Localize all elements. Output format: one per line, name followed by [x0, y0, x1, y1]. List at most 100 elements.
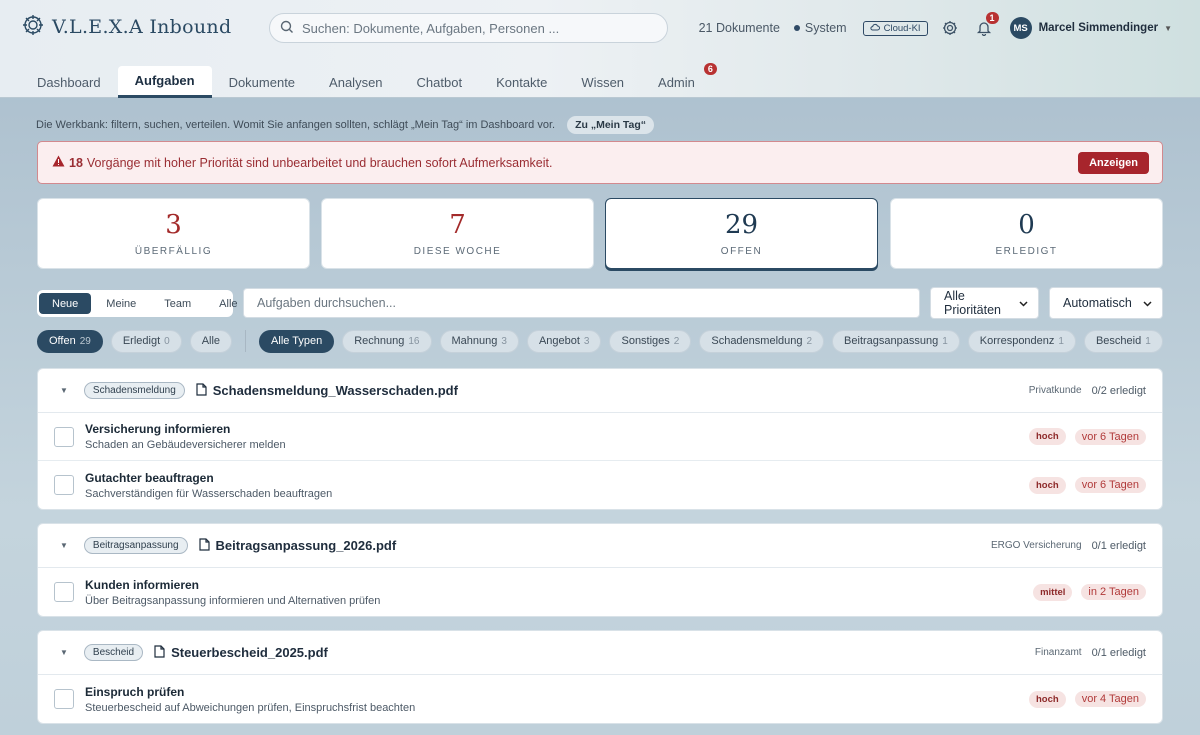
- group-header[interactable]: ▼ Schadensmeldung Schadensmeldung_Wasser…: [38, 369, 1162, 413]
- search-icon: [280, 20, 294, 37]
- group-party: Finanzamt: [1034, 647, 1082, 658]
- task-search-input[interactable]: Aufgaben durchsuchen...: [243, 288, 920, 318]
- task-group: ▼ Bescheid Steuerbescheid_2025.pdf Finan…: [37, 630, 1163, 724]
- tab-aufgaben[interactable]: Aufgaben: [117, 66, 212, 98]
- pill-label: Rechnung: [354, 335, 405, 347]
- task-row[interactable]: Einspruch prüfen Steuerbescheid auf Abwe…: [38, 675, 1162, 723]
- pill-label: Korrespondenz: [979, 335, 1055, 347]
- pill-count: 2: [806, 335, 813, 347]
- task-checkbox[interactable]: [54, 582, 74, 602]
- tab-analysen[interactable]: Analysen: [312, 66, 399, 98]
- pill-status-done[interactable]: Erledigt 0: [110, 329, 182, 353]
- pill-status-all[interactable]: Alle: [189, 329, 233, 353]
- pill-type-offer[interactable]: Angebot 3: [526, 329, 602, 353]
- task-title: Einspruch prüfen: [85, 684, 185, 699]
- priority-badge: hoch: [1029, 690, 1066, 708]
- due-badge: in 2 Tagen: [1081, 584, 1146, 600]
- stat-value: 3: [165, 210, 182, 240]
- bell-icon[interactable]: 1: [976, 12, 999, 36]
- pill-type-invoice[interactable]: Rechnung 16: [342, 329, 432, 353]
- task-checkbox[interactable]: [54, 475, 74, 495]
- tab-kontakte[interactable]: Kontakte: [479, 66, 564, 98]
- group-header[interactable]: ▼ Beitragsanpassung Beitragsanpassung_20…: [38, 524, 1162, 568]
- priority-alert: 18 Vorgänge mit hoher Priorität sind unb…: [37, 141, 1163, 184]
- my-day-link[interactable]: Zu „Mein Tag“: [567, 116, 655, 134]
- group-progress: 0/1 erledigt: [1091, 646, 1146, 659]
- user-name[interactable]: Marcel Simmendinger: [1039, 22, 1159, 34]
- avatar[interactable]: MS: [1009, 17, 1032, 39]
- cloud-ai-badge[interactable]: Cloud-KI: [862, 20, 928, 36]
- task-group: ▼ Beitragsanpassung Beitragsanpassung_20…: [37, 523, 1163, 617]
- pill-status-open[interactable]: Offen 29: [37, 329, 103, 353]
- global-search-input[interactable]: Suchen: Dokumente, Aufgaben, Personen ..…: [269, 13, 668, 43]
- doc-type-tag: Bescheid: [83, 644, 144, 661]
- task-title: Versicherung informieren: [85, 422, 231, 436]
- task-row[interactable]: Versicherung informieren Schaden an Gebä…: [38, 413, 1162, 461]
- pill-count: 0: [164, 335, 170, 347]
- pill-type-all[interactable]: Alle Typen: [259, 329, 335, 353]
- priority-badge: hoch: [1029, 428, 1066, 445]
- document-link[interactable]: Schadensmeldung_Wasserschaden.pdf: [196, 382, 458, 399]
- chevron-down-icon[interactable]: ▼: [1164, 24, 1172, 33]
- task-checkbox[interactable]: [54, 426, 74, 447]
- gear-icon[interactable]: [942, 20, 958, 36]
- task-checkbox[interactable]: [54, 689, 74, 709]
- document-count: 21 Dokumente: [698, 21, 780, 35]
- file-icon: [196, 382, 207, 399]
- pill-type-notice[interactable]: Bescheid 1: [1083, 329, 1163, 353]
- show-button[interactable]: Anzeigen: [1078, 152, 1149, 174]
- alert-text: Vorgänge mit hoher Priorität sind unbear…: [86, 155, 553, 170]
- task-subtitle: Sachverständigen für Wasserschaden beauf…: [85, 487, 333, 500]
- pill-type-reminder[interactable]: Mahnung 3: [439, 329, 519, 353]
- due-badge: vor 4 Tagen: [1074, 691, 1146, 707]
- tab-admin-label: Admin: [658, 74, 695, 90]
- group-progress: 0/1 erledigt: [1091, 539, 1146, 552]
- doc-type-tag: Beitragsanpassung: [83, 537, 188, 554]
- tab-dashboard[interactable]: Dashboard: [20, 66, 118, 98]
- scope-team[interactable]: Team: [151, 293, 204, 314]
- sort-select[interactable]: Automatisch: [1049, 287, 1163, 319]
- document-link[interactable]: Steuerbescheid_2025.pdf: [154, 644, 328, 661]
- doc-type-tag: Schadensmeldung: [83, 382, 185, 399]
- chevron-down-icon: [1143, 296, 1152, 310]
- pill-type-premium-adjustment[interactable]: Beitragsanpassung 1: [832, 329, 960, 353]
- intro-line: Die Werkbank: filtern, suchen, verteilen…: [36, 116, 655, 134]
- stat-card-done[interactable]: 0 Erledigt: [890, 198, 1163, 269]
- tab-chatbot[interactable]: Chatbot: [400, 66, 480, 98]
- task-group: ▼ Schadensmeldung Schadensmeldung_Wasser…: [37, 368, 1163, 510]
- priority-select-value: Alle Prioritäten: [944, 289, 1001, 317]
- collapse-triangle-icon[interactable]: ▼: [60, 541, 68, 550]
- collapse-triangle-icon[interactable]: ▼: [60, 648, 68, 657]
- pill-type-correspondence[interactable]: Korrespondenz 1: [967, 329, 1076, 353]
- priority-select[interactable]: Alle Prioritäten: [930, 287, 1039, 319]
- tab-admin[interactable]: Admin 6: [641, 63, 717, 98]
- scope-mine[interactable]: Meine: [93, 293, 149, 314]
- stat-card-overdue[interactable]: 3 Überfällig: [37, 198, 310, 269]
- group-party: ERGO Versicherung: [990, 540, 1082, 551]
- collapse-triangle-icon[interactable]: ▼: [60, 386, 68, 395]
- tab-dokumente[interactable]: Dokumente: [212, 66, 312, 98]
- document-link[interactable]: Beitragsanpassung_2026.pdf: [198, 537, 396, 554]
- task-row[interactable]: Kunden informieren Über Beitragsanpassun…: [38, 568, 1162, 616]
- stat-label: Erledigt: [995, 246, 1058, 257]
- pill-type-claim[interactable]: Schadensmeldung 2: [699, 329, 825, 353]
- task-row[interactable]: Gutachter beauftragen Sachverständigen f…: [38, 461, 1162, 509]
- pill-label: Alle Typen: [271, 335, 323, 347]
- pill-label: Bescheid: [1095, 335, 1142, 347]
- stat-card-this-week[interactable]: 7 Diese Woche: [321, 198, 594, 269]
- pill-type-other[interactable]: Sonstiges 2: [609, 329, 692, 353]
- scope-new[interactable]: Neue: [39, 293, 92, 314]
- pill-count: 1: [942, 335, 948, 347]
- tab-wissen[interactable]: Wissen: [564, 66, 641, 98]
- pill-count: 29: [79, 335, 91, 347]
- task-subtitle: Über Beitragsanpassung informieren und A…: [85, 594, 381, 607]
- search-placeholder: Suchen: Dokumente, Aufgaben, Personen ..…: [302, 20, 560, 36]
- pill-label: Alle: [201, 335, 221, 347]
- brand[interactable]: V.L.E.X.A Inbound: [22, 14, 231, 39]
- system-status[interactable]: System: [794, 21, 847, 35]
- notification-badge: 1: [985, 12, 999, 24]
- stat-value: 7: [449, 210, 466, 240]
- task-subtitle: Schaden an Gebäudeversicherer melden: [85, 439, 286, 451]
- stat-card-open[interactable]: 29 Offen: [605, 198, 878, 269]
- group-header[interactable]: ▼ Bescheid Steuerbescheid_2025.pdf Finan…: [38, 631, 1162, 675]
